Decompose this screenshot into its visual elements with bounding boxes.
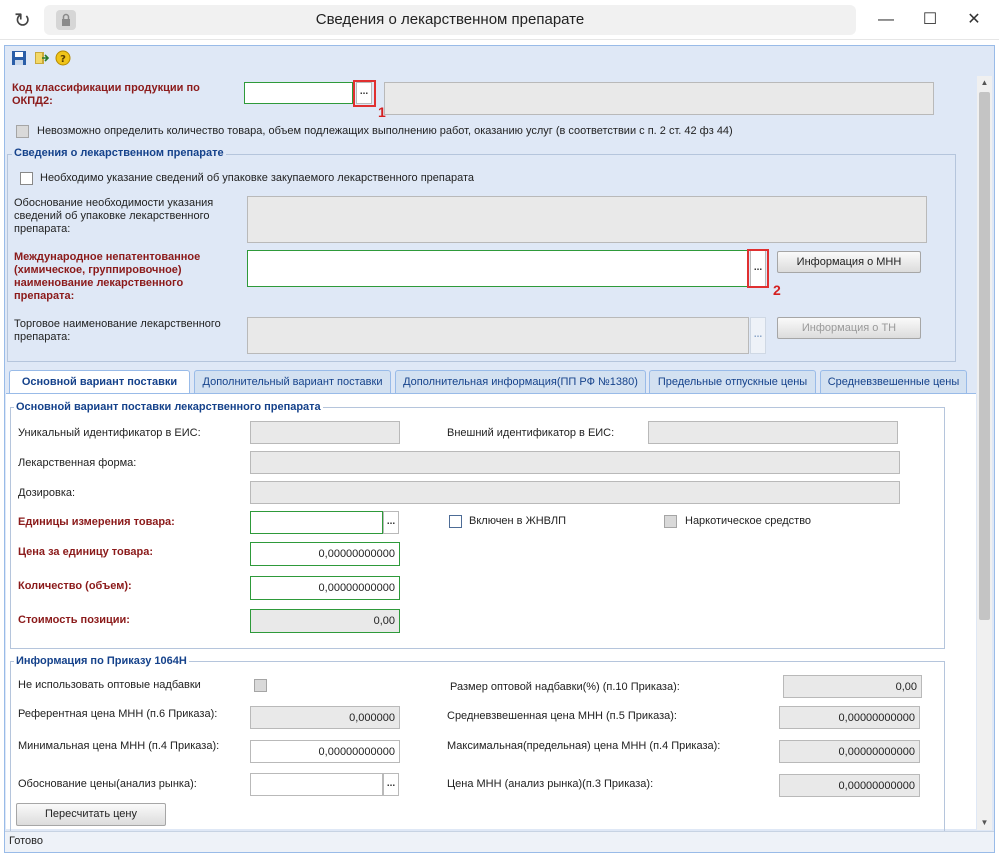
order-section-title: Информация по Приказу 1064Н bbox=[14, 655, 189, 667]
okpd-input[interactable] bbox=[244, 82, 353, 104]
window-title: Сведения о лекарственном препарате bbox=[315, 11, 585, 28]
trade-name-field bbox=[247, 317, 749, 354]
scroll-up-icon[interactable]: ▲ bbox=[977, 76, 992, 90]
price-reason-input[interactable] bbox=[250, 773, 383, 796]
qty-input[interactable]: 0,00000000000 bbox=[250, 576, 400, 600]
maximize-button[interactable]: ☐ bbox=[910, 5, 950, 35]
market-price-label: Цена МНН (анализ рынка)(п.3 Приказа): bbox=[447, 778, 654, 790]
max-price-label: Максимальная(предельная) цена МНН (п.4 П… bbox=[447, 740, 721, 752]
refresh-icon[interactable]: ↻ bbox=[14, 8, 31, 33]
price-input[interactable]: 0,00000000000 bbox=[250, 542, 400, 566]
okpd-label: Код классификации продукции по ОКПД2: bbox=[12, 82, 200, 107]
dosage-label: Дозировка: bbox=[18, 487, 76, 499]
tab-additional-delivery[interactable]: Дополнительный вариант поставки bbox=[194, 370, 391, 393]
exit-icon[interactable] bbox=[33, 50, 50, 66]
cannot-determine-checkbox[interactable] bbox=[16, 125, 29, 138]
units-input[interactable] bbox=[250, 511, 383, 534]
trade-name-select-button: ... bbox=[750, 317, 766, 354]
price-label: Цена за единицу товара: bbox=[18, 546, 154, 558]
packaging-required-checkbox[interactable] bbox=[20, 172, 33, 185]
cost-label: Стоимость позиции: bbox=[18, 614, 130, 626]
status-bar: Готово bbox=[5, 831, 994, 852]
narcotic-checkbox[interactable] bbox=[664, 515, 677, 528]
tab-max-prices[interactable]: Предельные отпускные цены bbox=[649, 370, 816, 393]
inn-info-button[interactable]: Информация о МНН bbox=[777, 251, 921, 273]
inn-highlight bbox=[747, 249, 769, 288]
markup-field: 0,00 bbox=[783, 675, 922, 698]
marker-2: 2 bbox=[773, 282, 781, 298]
zhnvlp-checkbox[interactable] bbox=[449, 515, 462, 528]
wavg-price-label: Средневзвешенная цена МНН (п.5 Приказа): bbox=[447, 710, 677, 722]
okpd-name-field bbox=[384, 82, 934, 115]
ext-id-field bbox=[648, 421, 898, 444]
units-label: Единицы измерения товара: bbox=[18, 516, 175, 528]
qty-label: Количество (объем): bbox=[18, 580, 132, 592]
narcotic-label: Наркотическое средство bbox=[685, 515, 812, 527]
min-price-label: Минимальная цена МНН (п.4 Приказа): bbox=[18, 740, 220, 752]
save-icon[interactable] bbox=[11, 50, 27, 66]
packaging-reason-field bbox=[247, 196, 927, 243]
market-price-field: 0,00000000000 bbox=[779, 774, 920, 797]
recalc-button[interactable]: Пересчитать цену bbox=[16, 803, 166, 826]
price-reason-select-button[interactable]: ... bbox=[383, 773, 399, 796]
markup-label: Размер оптовой надбавки(%) (п.10 Приказа… bbox=[450, 681, 680, 693]
tab-weighted-prices[interactable]: Средневзвешенные цены bbox=[820, 370, 967, 393]
zhnvlp-label: Включен в ЖНВЛП bbox=[469, 515, 567, 527]
ref-price-label: Референтная цена МНН (п.6 Приказа): bbox=[18, 708, 218, 720]
main-section-title: Основной вариант поставки лекарственного… bbox=[14, 401, 323, 413]
packaging-reason-label: Обоснование необходимости указания сведе… bbox=[14, 197, 214, 235]
form-label: Лекарственная форма: bbox=[18, 457, 137, 469]
max-price-field: 0,00000000000 bbox=[779, 740, 920, 763]
scroll-thumb[interactable] bbox=[979, 92, 990, 620]
tab-additional-info[interactable]: Дополнительная информация(ПП РФ №1380) bbox=[395, 370, 646, 393]
dosage-field bbox=[250, 481, 900, 504]
packaging-required-label: Необходимо указание сведений об упаковке… bbox=[40, 172, 474, 184]
cost-field: 0,00 bbox=[250, 609, 400, 633]
eis-id-field bbox=[250, 421, 400, 444]
ext-id-label: Внешний идентификатор в ЕИС: bbox=[447, 427, 615, 439]
help-icon[interactable]: ? bbox=[55, 50, 71, 66]
okpd-highlight bbox=[353, 80, 376, 107]
ref-price-field: 0,000000 bbox=[250, 706, 400, 729]
svg-text:?: ? bbox=[60, 54, 66, 65]
cannot-determine-label: Невозможно определить количество товара,… bbox=[37, 125, 733, 137]
form-field bbox=[250, 451, 900, 474]
tab-main-delivery[interactable]: Основной вариант поставки bbox=[9, 370, 190, 394]
trade-name-label: Торговое наименование лекарственного пре… bbox=[14, 318, 221, 343]
minimize-button[interactable]: — bbox=[866, 5, 906, 35]
no-wholesale-label: Не использовать оптовые надбавки bbox=[18, 679, 201, 691]
no-wholesale-checkbox[interactable] bbox=[254, 679, 267, 692]
eis-id-label: Уникальный идентификатор в ЕИС: bbox=[18, 427, 201, 439]
close-button[interactable]: ✕ bbox=[954, 5, 994, 35]
inn-input[interactable] bbox=[247, 250, 749, 287]
inn-label: Международное непатентованное (химическо… bbox=[14, 251, 201, 302]
tn-info-button: Информация о ТН bbox=[777, 317, 921, 339]
drug-section-title: Сведения о лекарственном препарате bbox=[12, 147, 226, 159]
min-price-input[interactable]: 0,00000000000 bbox=[250, 740, 400, 763]
price-reason-label: Обоснование цены(анализ рынка): bbox=[18, 778, 197, 790]
wavg-price-field: 0,00000000000 bbox=[779, 706, 920, 729]
scroll-down-icon[interactable]: ▼ bbox=[977, 816, 992, 830]
units-select-button[interactable]: ... bbox=[383, 511, 399, 534]
